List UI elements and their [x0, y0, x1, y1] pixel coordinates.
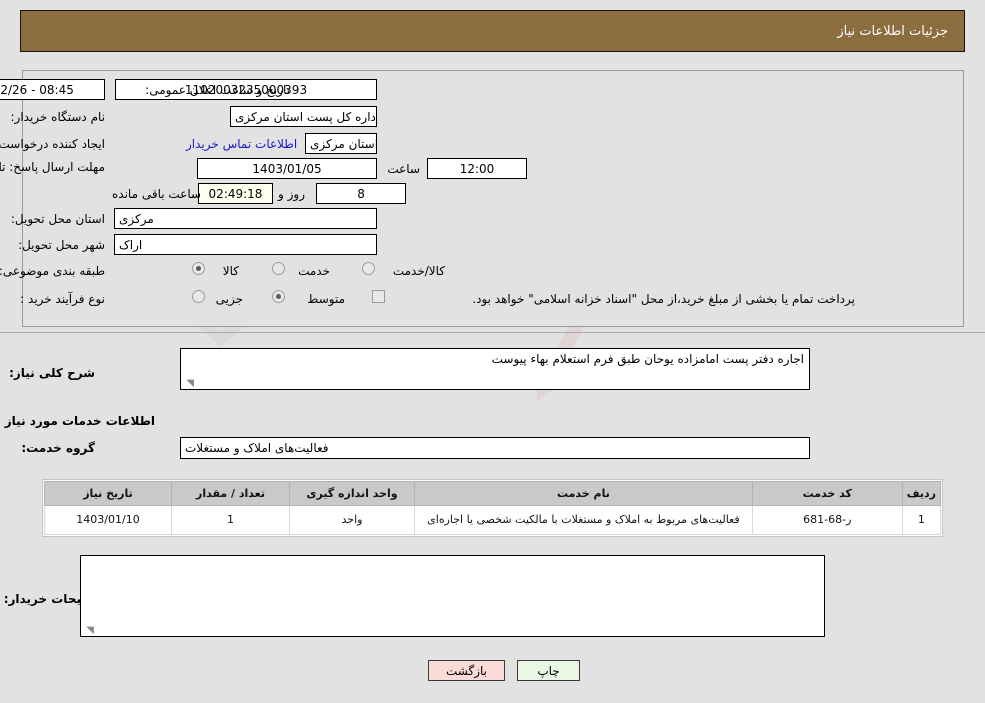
deadline-time-label: ساعت	[387, 162, 420, 176]
print-button[interactable]: چاپ	[517, 660, 580, 681]
radio-process-jozii[interactable]	[192, 290, 205, 303]
th-quantity: تعداد / مقدار	[171, 481, 290, 506]
needed-services-table-wrap: ردیف کد خدمت نام خدمت واحد اندازه گیری ت…	[42, 479, 943, 537]
requester-value: سید سعید میرسعیدی کاربرداز اداره کل پست …	[305, 133, 377, 154]
deadline-time-value: 12:00	[427, 158, 527, 179]
buyer-contact-link[interactable]: اطلاعات تماس خریدار	[186, 137, 297, 151]
treasury-note-checkbox[interactable]	[372, 290, 385, 303]
cell-need-date: 1403/01/10	[44, 505, 172, 535]
remaining-countdown-label: ساعت باقی مانده	[112, 187, 202, 201]
delivery-province-label: استان محل تحویل:	[10, 212, 105, 226]
announce-datetime-label: تاریخ و ساعت اعلان عمومی:	[145, 83, 290, 97]
radio-subject-kala-label: کالا	[222, 264, 239, 278]
remaining-countdown-value: 02:49:18	[198, 183, 273, 204]
deadline-label: مهلت ارسال پاسخ: تا تاریخ:	[0, 160, 105, 174]
radio-process-motavaset[interactable]	[272, 290, 285, 303]
radio-process-jozii-label: جزیی	[215, 292, 243, 306]
th-service-code: کد خدمت	[751, 481, 903, 506]
cell-row-no: 1	[901, 505, 942, 535]
services-section-heading: اطلاعات خدمات مورد نیاز	[4, 414, 155, 428]
service-group-label: گروه خدمت:	[21, 441, 95, 455]
subject-category-label: طبقه بندی موضوعی:	[0, 264, 105, 278]
cell-service-code: ر-68-681	[751, 505, 903, 535]
remaining-days-value: 8	[316, 183, 406, 204]
th-row-no: ردیف	[901, 481, 942, 506]
delivery-city-label: شهر محل تحویل:	[18, 238, 105, 252]
back-button[interactable]: بازگشت	[428, 660, 505, 681]
buyer-org-label: نام دستگاه خریدار:	[10, 110, 106, 124]
cell-service-name: فعالیت‌های مربوط به املاک و مستغلات با م…	[414, 505, 753, 535]
remaining-days-label: روز و	[278, 187, 305, 201]
treasury-note-text: پرداخت تمام یا بخشی از مبلغ خرید،از محل …	[472, 292, 855, 306]
delivery-city-value: اراک	[114, 234, 377, 255]
th-need-date: تاریخ نیاز	[44, 481, 172, 506]
need-description-label: شرح کلی نیاز:	[9, 366, 95, 380]
requester-label: ایجاد کننده درخواست:	[0, 137, 105, 151]
buyer-org-value: اداره کل پست استان مرکزی	[230, 106, 377, 127]
radio-subject-kala-khedmat-label: کالا/خدمت	[392, 264, 445, 278]
delivery-province-value: مرکزی	[114, 208, 377, 229]
resize-grip-icon[interactable]: ◥	[184, 378, 194, 389]
cell-quantity: 1	[171, 505, 290, 535]
page-root: جزئیات اطلاعات نیاز AriaTender.net شماره…	[0, 0, 985, 703]
section-divider-1	[0, 332, 985, 333]
service-group-value: فعالیت‌های املاک و مستغلات	[180, 437, 810, 459]
th-service-name: نام خدمت	[414, 481, 753, 506]
table-row: 1 ر-68-681 فعالیت‌های مربوط به املاک و م…	[44, 505, 942, 535]
radio-subject-kala[interactable]	[192, 262, 205, 275]
cell-unit: واحد	[289, 505, 415, 535]
radio-subject-khedmat-label: خدمت	[298, 264, 330, 278]
page-title: جزئیات اطلاعات نیاز	[837, 23, 948, 39]
needed-services-table: ردیف کد خدمت نام خدمت واحد اندازه گیری ت…	[44, 481, 942, 535]
purchase-process-label: نوع فرآیند خرید :	[20, 292, 105, 306]
radio-subject-khedmat[interactable]	[272, 262, 285, 275]
announce-datetime-value: 08:45 - 1402/12/26	[0, 79, 105, 100]
page-header-bar: جزئیات اطلاعات نیاز	[20, 10, 965, 52]
table-header-row: ردیف کد خدمت نام خدمت واحد اندازه گیری ت…	[44, 481, 942, 506]
radio-process-motavaset-label: متوسط	[307, 292, 345, 306]
buyer-notes-resize-grip-icon[interactable]: ◥	[84, 625, 94, 636]
th-unit: واحد اندازه گیری	[289, 481, 415, 506]
buyer-notes-box[interactable]: ◥	[80, 555, 825, 637]
radio-subject-kala-khedmat[interactable]	[362, 262, 375, 275]
need-description-box[interactable]: اجاره دفتر پست امامزاده یوحان طبق فرم اس…	[180, 348, 810, 390]
deadline-date-value: 1403/01/05	[197, 158, 377, 179]
need-description-value: اجاره دفتر پست امامزاده یوحان طبق فرم اس…	[491, 352, 804, 366]
